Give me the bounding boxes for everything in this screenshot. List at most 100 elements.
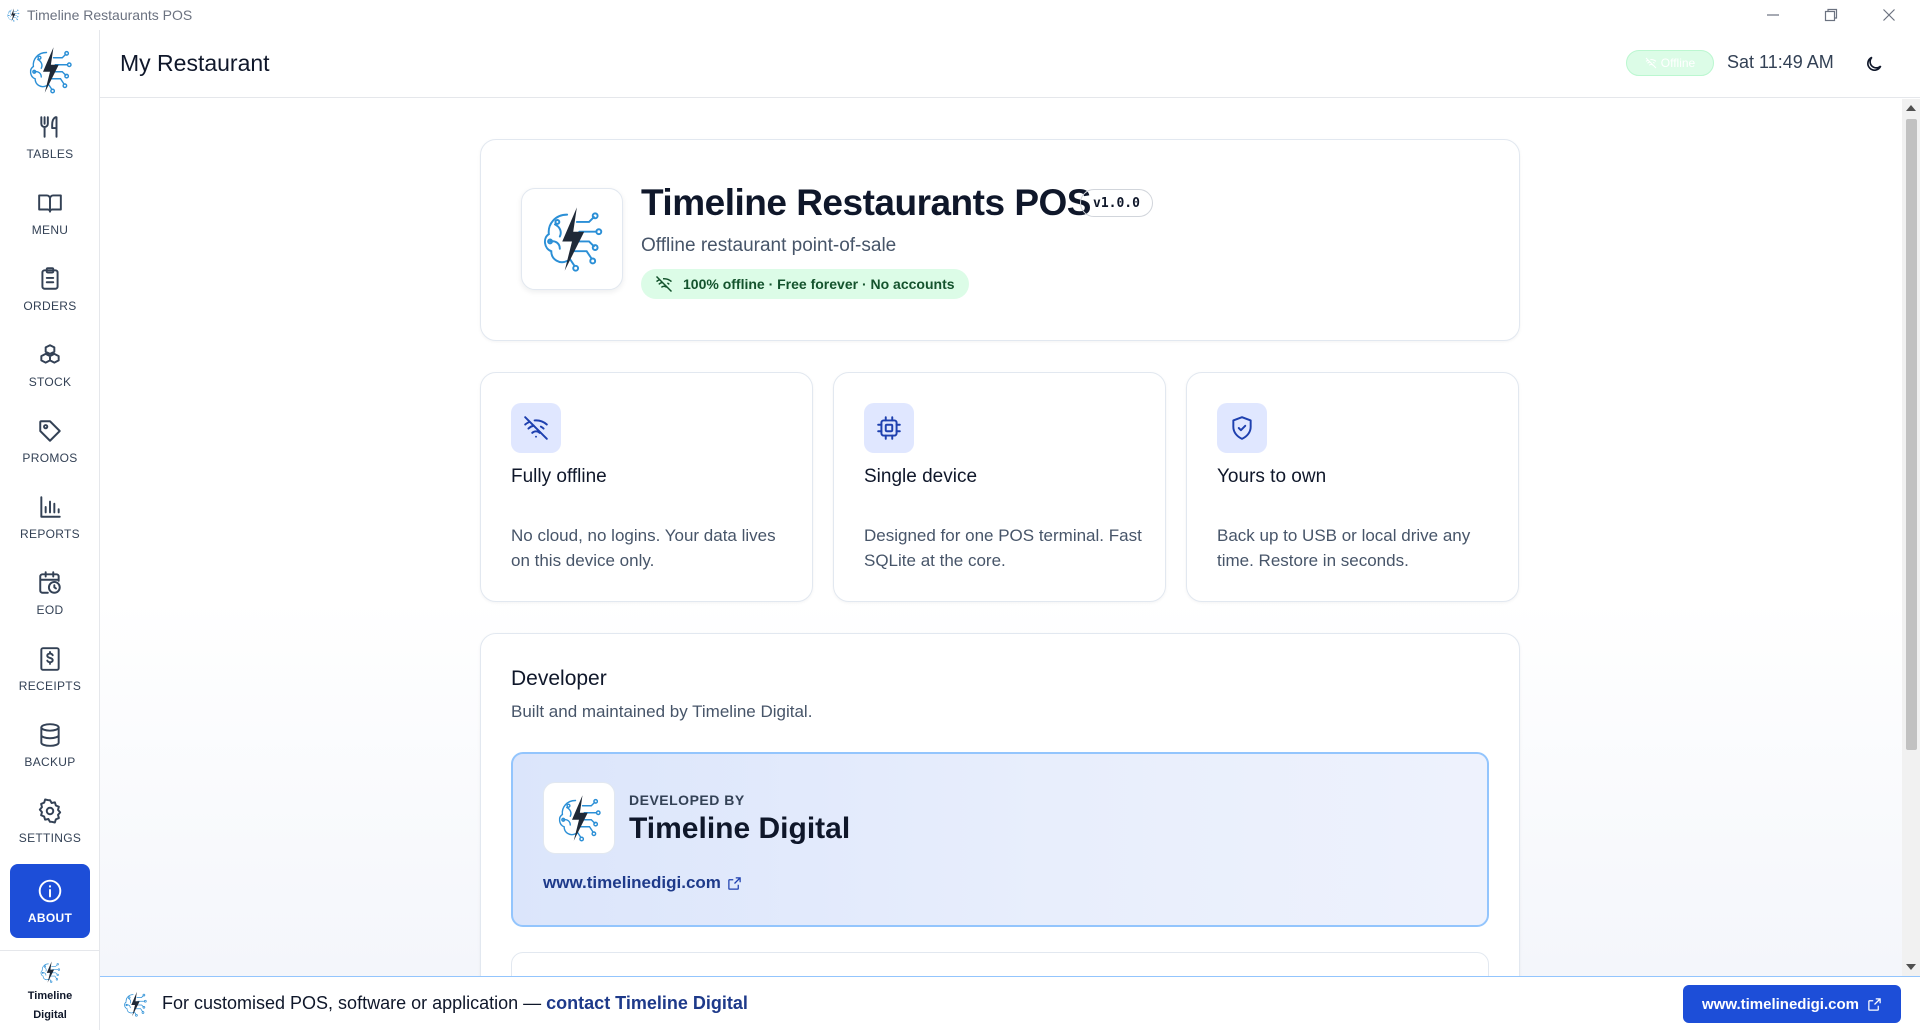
- main-scrollbar[interactable]: [1902, 99, 1920, 976]
- app-logo-icon: [533, 200, 611, 278]
- sidebar-item-label: BACKUP: [24, 754, 76, 769]
- sidebar-item-label: PROMOS: [22, 450, 78, 465]
- feature-title: Yours to own: [1217, 466, 1327, 487]
- status-badge: Offline: [1626, 50, 1714, 76]
- sidebar-logo-icon: [22, 42, 78, 98]
- sidebar-item-reports[interactable]: REPORTS: [10, 480, 90, 554]
- restore-button[interactable]: [1802, 0, 1860, 30]
- wifi-off-icon: [655, 275, 673, 293]
- sidebar-item-label: MENU: [31, 222, 69, 237]
- theme-toggle-button[interactable]: [1860, 50, 1888, 78]
- sidebar-item-label: STOCK: [28, 374, 72, 389]
- receipt-icon: [40, 646, 60, 671]
- sidebar-item-settings[interactable]: SETTINGS: [10, 784, 90, 858]
- window-title: Timeline Restaurants POS: [27, 7, 193, 23]
- feature-description: Designed for one POS terminal. Fast SQLi…: [864, 526, 1142, 570]
- app-subtitle: Offline restaurant point-of-sale: [641, 235, 897, 256]
- sidebar-item-label: RECEIPTS: [18, 678, 82, 693]
- cpu-icon: [877, 416, 901, 440]
- developer-website-text: www.timelinedigi.com: [543, 873, 721, 892]
- sidebar-item-orders[interactable]: ORDERS: [10, 252, 90, 326]
- database-icon: [40, 722, 60, 747]
- clipboard-icon: [41, 266, 59, 290]
- footer-message: For customised POS, software or applicat…: [162, 993, 542, 1013]
- developer-heading: Developer: [511, 667, 607, 690]
- close-icon: [1883, 9, 1895, 21]
- developer-card: Developer Built and maintained by Timeli…: [480, 633, 1520, 976]
- app-logo: [521, 188, 623, 290]
- minimize-button[interactable]: [1744, 0, 1802, 30]
- feature-card-own: Yours to own Back up to USB or local dri…: [1186, 372, 1519, 602]
- feature-description: Back up to USB or local drive any time. …: [1217, 526, 1471, 570]
- sidebar-brand: Timeline Digital: [0, 950, 100, 1030]
- wifi-off-icon: [1645, 57, 1657, 69]
- brand-line-2: Digital: [33, 1009, 67, 1021]
- timeline-digital-logo-icon: [551, 790, 607, 846]
- app-title: Timeline Restaurants POS: [641, 182, 1091, 223]
- main-content[interactable]: Timeline Restaurants POS v1.0.0 Offline …: [100, 99, 1902, 976]
- feature-description: No cloud, no logins. Your data lives on …: [511, 526, 776, 570]
- sidebar-item-eod[interactable]: EOD: [10, 556, 90, 630]
- page-title: My Restaurant: [120, 50, 270, 76]
- feature-icon-box: [511, 403, 561, 453]
- utensils-icon: [40, 115, 58, 138]
- website-button[interactable]: www.timelinedigi.com: [1683, 985, 1901, 1023]
- offline-pill: 100% offline · Free forever · No account…: [641, 269, 969, 299]
- developer-info-box: DEVELOPED BY Timeline Digital www.timeli…: [511, 752, 1489, 927]
- footer-text: For customised POS, software or applicat…: [162, 993, 748, 1014]
- info-icon: [38, 879, 62, 902]
- feature-card-single-device: Single device Designed for one POS termi…: [833, 372, 1166, 602]
- sidebar-item-menu[interactable]: MENU: [10, 176, 90, 250]
- sidebar-item-tables[interactable]: TABLES: [10, 100, 90, 174]
- tag-icon: [39, 419, 61, 442]
- developed-by-label: DEVELOPED BY: [629, 792, 745, 808]
- developer-website-link[interactable]: www.timelinedigi.com: [543, 873, 742, 893]
- sidebar: TABLES MENU ORDERS STOCK PROMOS REPORTS …: [0, 30, 100, 1030]
- external-link-icon: [1868, 997, 1881, 1011]
- sidebar-item-promos[interactable]: PROMOS: [10, 404, 90, 478]
- developer-logo: [543, 782, 615, 854]
- wifi-off-icon: [524, 416, 548, 440]
- restore-icon: [1824, 8, 1838, 22]
- minimize-icon: [1767, 14, 1779, 16]
- sidebar-item-backup[interactable]: BACKUP: [10, 708, 90, 782]
- clock: Sat 11:49 AM: [1727, 52, 1834, 72]
- status-badge-label: Offline: [1660, 56, 1696, 70]
- app-logo-icon: [5, 7, 21, 23]
- developer-name: Timeline Digital: [629, 812, 851, 845]
- shield-check-icon: [1232, 416, 1252, 440]
- sidebar-item-label: SETTINGS: [18, 830, 82, 845]
- book-icon: [38, 193, 62, 213]
- sidebar-item-receipts[interactable]: RECEIPTS: [10, 632, 90, 706]
- scroll-up-arrow-icon[interactable]: [1906, 105, 1916, 111]
- timeline-digital-logo-icon: [37, 959, 63, 985]
- website-button-label: www.timelinedigi.com: [1702, 995, 1859, 1013]
- bar-chart-icon: [40, 495, 61, 518]
- developer-subheading: Built and maintained by Timeline Digital…: [511, 702, 813, 721]
- sidebar-item-label: ABOUT: [27, 910, 73, 925]
- close-button[interactable]: [1860, 0, 1918, 30]
- sidebar-item-label: REPORTS: [20, 526, 80, 541]
- window-titlebar: Timeline Restaurants POS: [0, 0, 1920, 30]
- moon-icon: [1867, 56, 1882, 71]
- feature-icon-box: [1217, 403, 1267, 453]
- sidebar-item-stock[interactable]: STOCK: [10, 328, 90, 402]
- sidebar-item-about[interactable]: ABOUT: [10, 864, 90, 938]
- gear-icon: [38, 798, 62, 823]
- boxes-icon: [40, 343, 60, 364]
- calendar-clock-icon: [39, 570, 61, 594]
- feature-title: Single device: [864, 466, 978, 487]
- about-hero-card: Timeline Restaurants POS v1.0.0 Offline …: [480, 139, 1520, 341]
- scroll-down-arrow-icon[interactable]: [1906, 964, 1916, 970]
- version-badge: v1.0.0: [1080, 189, 1153, 217]
- contact-link[interactable]: contact Timeline Digital: [546, 993, 748, 1013]
- timeline-digital-logo-icon: [120, 989, 150, 1019]
- feature-card-offline: Fully offline No cloud, no logins. Your …: [480, 372, 813, 602]
- external-link-icon: [728, 876, 741, 890]
- scrollbar-thumb[interactable]: [1906, 119, 1917, 750]
- footer-bar: For customised POS, software or applicat…: [100, 976, 1920, 1030]
- feature-icon-box: [864, 403, 914, 453]
- top-header: My Restaurant Offline Sat 11:49 AM: [100, 30, 1920, 98]
- brand-line-1: Timeline: [27, 990, 73, 1002]
- offline-pill-label: 100% offline · Free forever · No account…: [683, 276, 955, 292]
